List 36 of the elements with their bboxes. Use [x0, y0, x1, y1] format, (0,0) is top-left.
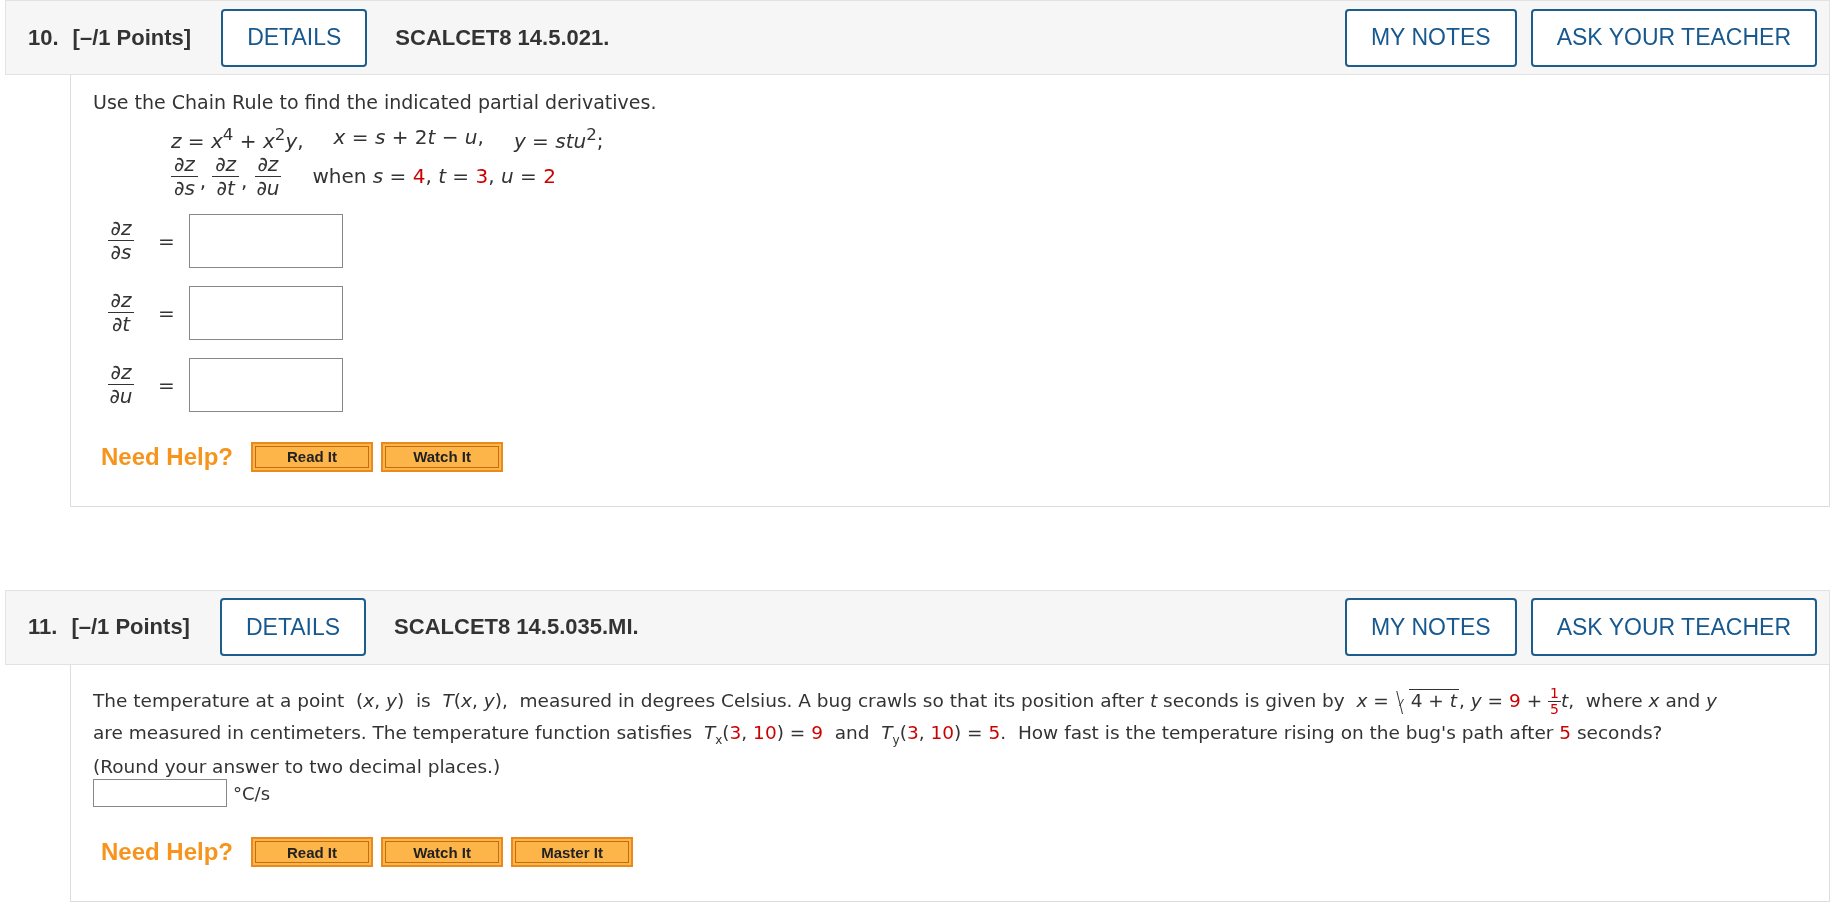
my-notes-button[interactable]: MY NOTES [1344, 8, 1517, 67]
formula: y = stu$^{2}$; [513, 125, 604, 153]
need-help-label: Need Help? [101, 442, 234, 471]
help-button[interactable]: Read It [251, 837, 374, 868]
help-button[interactable]: Watch It [381, 441, 504, 472]
my-notes-button[interactable]: MY NOTES [1344, 598, 1517, 657]
help-button[interactable]: Watch It [381, 837, 504, 868]
answer-field[interactable] [188, 357, 343, 412]
ask-teacher-button[interactable]: ASK YOUR TEACHER [1530, 8, 1817, 67]
unit-label: °C/s [233, 782, 270, 804]
question-number: 10. [28, 24, 59, 51]
equals-sign: = [158, 372, 175, 397]
derivative-label: ∂z ∂u [106, 361, 136, 409]
equals-sign: = [158, 228, 175, 253]
answer-field[interactable] [188, 213, 343, 268]
problem-code: SCALCET8 14.5.035.MI. [394, 614, 639, 641]
help-button[interactable]: Read It [251, 441, 374, 472]
problem-code: SCALCET8 14.5.021. [395, 24, 610, 51]
derivative-label: ∂z ∂s [98, 217, 144, 265]
need-help-label: Need Help? [101, 838, 234, 867]
answer-field[interactable] [93, 779, 227, 808]
details-button[interactable]: DETAILS [219, 598, 367, 657]
question-number: 11. [28, 614, 58, 641]
help-button[interactable]: Master It [511, 837, 634, 868]
answer-field[interactable] [188, 285, 343, 340]
derivative-label: ∂z ∂t [98, 289, 144, 337]
ask-teacher-button[interactable]: ASK YOUR TEACHER [1530, 598, 1817, 657]
derivative-list: ∂z ∂s , ∂z ∂t , ∂z ∂u [171, 152, 283, 200]
points-label: [–/1 Points] [71, 614, 190, 641]
instruction-text: Use the Chain Rule to find the indicated partial derivatives. [93, 91, 658, 113]
points-label: [–/1 Points] [72, 24, 192, 51]
formula: x = s + 2t − u, [333, 125, 484, 151]
details-button[interactable]: DETAILS [221, 8, 368, 67]
equals-sign: = [158, 300, 175, 325]
condition-text: when s = 4, t = 3, u = 2 [312, 164, 556, 189]
formula: z = x$^{4}$ + x$^{2}$y, [171, 125, 304, 153]
